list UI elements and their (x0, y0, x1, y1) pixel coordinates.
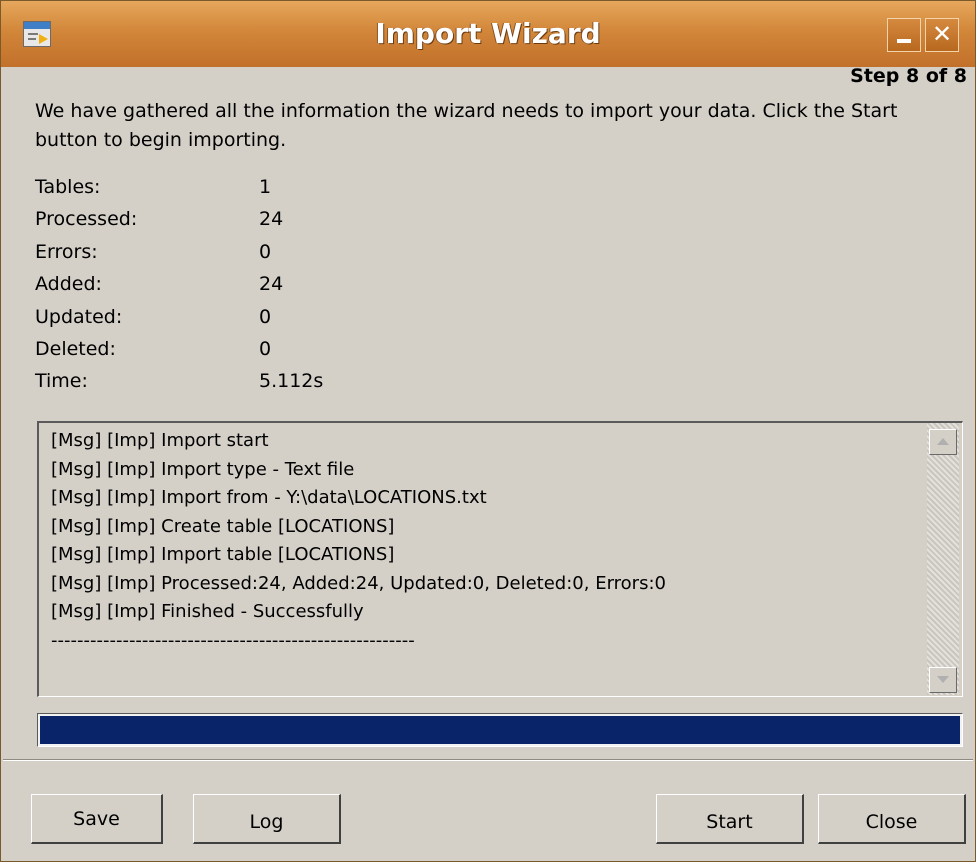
stat-value-processed: 24 (259, 208, 284, 230)
stat-label-processed: Processed: (35, 208, 138, 230)
log-line: [Msg] [Imp] Import type - Text file (51, 458, 355, 480)
stat-value-time: 5.112s (259, 370, 324, 392)
stat-label-added: Added: (35, 273, 102, 295)
log-line: [Msg] [Imp] Create table [LOCATIONS] (51, 515, 395, 537)
scroll-up-arrow-icon[interactable] (929, 429, 957, 455)
start-button[interactable]: Start (656, 794, 804, 844)
minimize-icon (897, 39, 911, 43)
stat-label-deleted: Deleted: (35, 338, 116, 360)
progress-bar (37, 713, 963, 747)
title-bar[interactable]: Import Wizard ✕ (1, 1, 975, 67)
import-log[interactable]: [Msg] [Imp] Import start [Msg] [Imp] Impo… (37, 421, 963, 697)
log-lines: [Msg] [Imp] Import start [Msg] [Imp] Impo… (51, 427, 666, 655)
log-line: [Msg] [Imp] Import from - Y:\data\LOCATI… (51, 487, 487, 508)
intro-text: We have gathered all the information the… (35, 100, 898, 151)
scroll-down-arrow-icon[interactable] (929, 667, 957, 693)
stat-label-tables: Tables: (35, 176, 101, 198)
log-line: [Msg] [Imp] Finished - Successfully (51, 601, 364, 622)
stat-label-errors: Errors: (35, 241, 98, 263)
button-separator (3, 759, 973, 761)
import-wizard-window: Import Wizard ✕ Step 8 of 8 We have gath… (0, 0, 976, 862)
save-button[interactable]: Save (31, 794, 163, 844)
log-separator-line: ----------------------------------------… (51, 629, 415, 651)
stat-label-updated: Updated: (35, 306, 123, 328)
close-window-button[interactable]: ✕ (925, 18, 959, 52)
step-indicator: Step 8 of 8 (850, 65, 967, 87)
stat-value-updated: 0 (259, 306, 272, 328)
log-scrollbar[interactable] (927, 423, 959, 695)
stat-value-errors: 0 (259, 241, 272, 263)
progress-fill (40, 716, 960, 744)
log-line: [Msg] [Imp] Processed:24, Added:24, Upda… (51, 572, 666, 594)
stat-value-added: 24 (259, 273, 284, 295)
stat-label-time: Time: (35, 370, 88, 392)
close-button[interactable]: Close (818, 794, 966, 844)
log-line: [Msg] [Imp] Import start (51, 430, 269, 451)
log-button[interactable]: Log (193, 794, 341, 844)
close-icon: ✕ (931, 20, 953, 48)
stat-value-deleted: 0 (259, 338, 272, 360)
window-title: Import Wizard (375, 17, 601, 50)
log-line: [Msg] [Imp] Import table [LOCATIONS] (51, 544, 395, 565)
stat-value-tables: 1 (259, 176, 272, 198)
minimize-button[interactable] (887, 18, 921, 52)
